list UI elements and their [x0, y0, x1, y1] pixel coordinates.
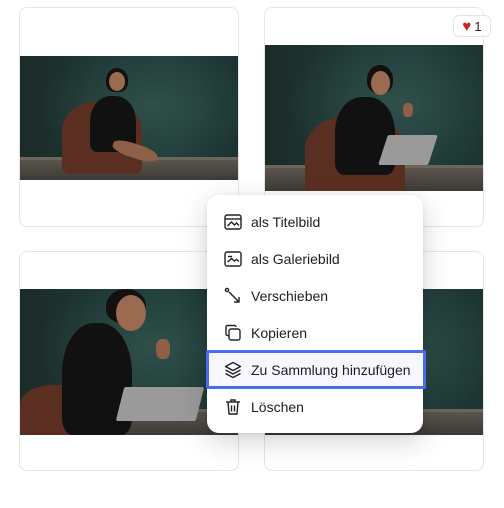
gallery-photo[interactable] — [20, 56, 238, 180]
menu-item-label: als Galeriebild — [251, 250, 340, 267]
menu-item-set-cover[interactable]: als Titelbild — [207, 203, 423, 240]
gallery-image-icon — [223, 249, 243, 269]
layers-icon — [223, 360, 243, 380]
gallery-card[interactable] — [19, 7, 239, 227]
move-icon — [223, 286, 243, 306]
photo-person-hand — [156, 339, 170, 359]
menu-item-label: als Titelbild — [251, 213, 321, 230]
menu-item-label: Verschieben — [251, 287, 329, 304]
menu-item-label: Zu Sammlung hinzufügen — [251, 361, 411, 378]
photo-laptop — [115, 387, 205, 421]
menu-item-add-to-collection[interactable]: Zu Sammlung hinzufügen — [206, 350, 426, 389]
menu-item-label: Kopieren — [251, 324, 308, 341]
menu-item-move[interactable]: Verschieben — [207, 277, 423, 314]
photo-person-head — [109, 72, 125, 91]
copy-icon — [223, 323, 243, 343]
menu-item-delete[interactable]: Löschen — [207, 388, 423, 425]
gallery-card[interactable] — [264, 7, 484, 227]
context-menu: als Titelbild als Galeriebild Verschiebe… — [206, 195, 426, 433]
heart-icon: ♥ — [462, 17, 472, 35]
menu-item-copy[interactable]: Kopieren — [207, 314, 423, 351]
photo-person-hand — [403, 103, 413, 117]
photo-person-head — [371, 71, 390, 95]
like-count: 1 — [474, 18, 482, 34]
photo-laptop — [378, 135, 438, 165]
trash-icon — [223, 397, 243, 417]
gallery-photo[interactable] — [265, 45, 483, 191]
photo-person-head — [116, 295, 146, 331]
menu-item-label: Löschen — [251, 398, 304, 415]
like-badge[interactable]: ♥ 1 — [453, 15, 491, 37]
menu-item-set-gallery[interactable]: als Galeriebild — [207, 240, 423, 277]
cover-image-icon — [223, 212, 243, 232]
